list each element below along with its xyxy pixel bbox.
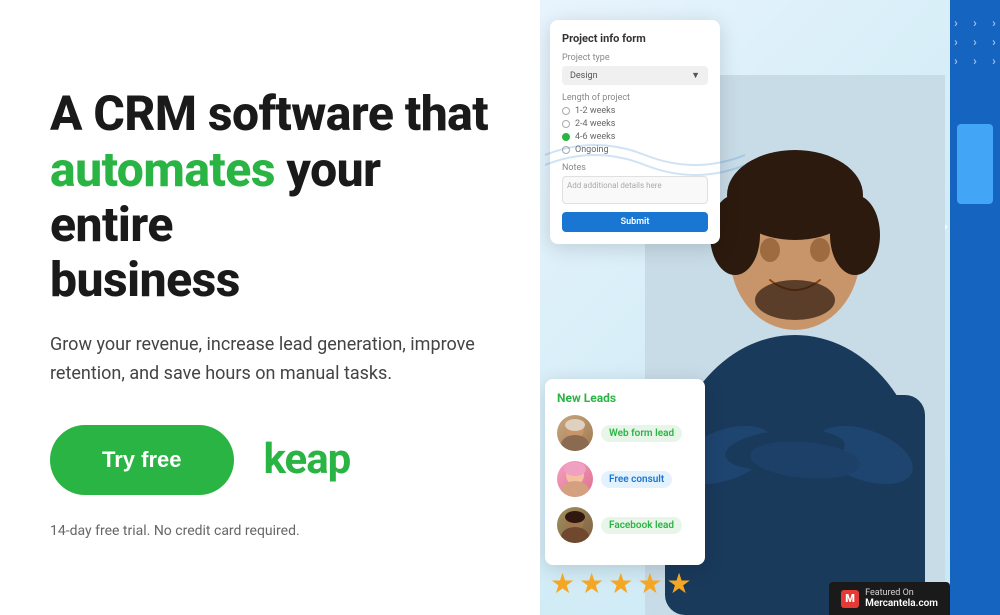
subheadline: Grow your revenue, increase lead generat… bbox=[50, 331, 500, 389]
arrow-grid: › › › › › › › › › bbox=[948, 15, 1000, 69]
radio-item-1[interactable]: 1-2 weeks bbox=[562, 106, 708, 116]
lead-label-3: Facebook lead bbox=[601, 517, 682, 534]
headline-part3: business bbox=[50, 251, 240, 308]
main-headline: A CRM software that automates your entir… bbox=[50, 86, 500, 307]
lead-item-2: Free consult bbox=[557, 461, 693, 497]
project-type-dropdown[interactable]: Design ▼ bbox=[562, 66, 708, 85]
radio-button[interactable] bbox=[562, 120, 570, 128]
featured-on-label: Featured On bbox=[865, 588, 938, 598]
arrow-cell: › bbox=[986, 34, 1000, 50]
star-2: ★ bbox=[579, 567, 604, 600]
arrow-cell: › bbox=[948, 15, 964, 31]
notes-field[interactable]: Add additional details here bbox=[562, 176, 708, 204]
star-3: ★ bbox=[608, 567, 633, 600]
headline-part1: A CRM software that bbox=[50, 85, 488, 142]
arrow-cell: › bbox=[986, 53, 1000, 69]
project-type-value: Design bbox=[570, 71, 598, 81]
arrow-cell: › bbox=[967, 15, 983, 31]
blue-sidebar: › › › › › › › › › bbox=[950, 0, 1000, 615]
keap-logo: keap bbox=[264, 435, 351, 484]
headline-accent: automates bbox=[50, 141, 275, 198]
radio-item-2[interactable]: 2-4 weeks bbox=[562, 119, 708, 129]
arrow-cell: › bbox=[948, 34, 964, 50]
mercantela-site: Mercantela.com bbox=[865, 598, 938, 609]
keap-logo-text: keap bbox=[264, 435, 351, 484]
star-1: ★ bbox=[550, 567, 575, 600]
left-content: A CRM software that automates your entir… bbox=[0, 0, 540, 615]
arrow-cell: › bbox=[967, 53, 983, 69]
page-container: A CRM software that automates your entir… bbox=[0, 0, 1000, 615]
notes-placeholder: Add additional details here bbox=[567, 181, 662, 190]
radio-label: 2-4 weeks bbox=[575, 119, 615, 129]
mercantela-text: Featured On Mercantela.com bbox=[865, 588, 938, 609]
lead-item-3: Facebook lead bbox=[557, 507, 693, 543]
radio-button[interactable] bbox=[562, 107, 570, 115]
lead-item-1: Web form lead bbox=[557, 415, 693, 451]
form-card-title: Project info form bbox=[562, 32, 708, 45]
lead-avatar-1 bbox=[557, 415, 593, 451]
length-label: Length of project bbox=[562, 93, 708, 103]
arrow-cell: › bbox=[948, 53, 964, 69]
leads-title: New Leads bbox=[557, 391, 693, 405]
mercantela-m-icon: M bbox=[841, 590, 859, 608]
star-5: ★ bbox=[666, 567, 691, 600]
new-leads-card: New Leads Web form lead bbox=[545, 379, 705, 565]
stars-row: ★ ★ ★ ★ ★ bbox=[550, 567, 692, 600]
lead-avatar-2 bbox=[557, 461, 593, 497]
blue-accent-rectangle bbox=[957, 124, 993, 204]
radio-label: 1-2 weeks bbox=[575, 106, 615, 116]
project-type-label: Project type bbox=[562, 53, 708, 63]
cta-row: Try free keap bbox=[50, 425, 500, 495]
right-content: › › › › › › › › › bbox=[540, 0, 1000, 615]
arrow-cell: › bbox=[986, 15, 1000, 31]
chevron-down-icon: ▼ bbox=[691, 70, 700, 81]
submit-button[interactable]: Submit bbox=[562, 212, 708, 232]
trial-text: 14-day free trial. No credit card requir… bbox=[50, 523, 500, 539]
try-free-button[interactable]: Try free bbox=[50, 425, 234, 495]
lead-label-1: Web form lead bbox=[601, 425, 682, 442]
arrow-cell: › bbox=[967, 34, 983, 50]
star-4: ★ bbox=[637, 567, 662, 600]
lead-avatar-3 bbox=[557, 507, 593, 543]
lead-label-2: Free consult bbox=[601, 471, 672, 488]
mercantela-badge: M Featured On Mercantela.com bbox=[829, 582, 950, 615]
